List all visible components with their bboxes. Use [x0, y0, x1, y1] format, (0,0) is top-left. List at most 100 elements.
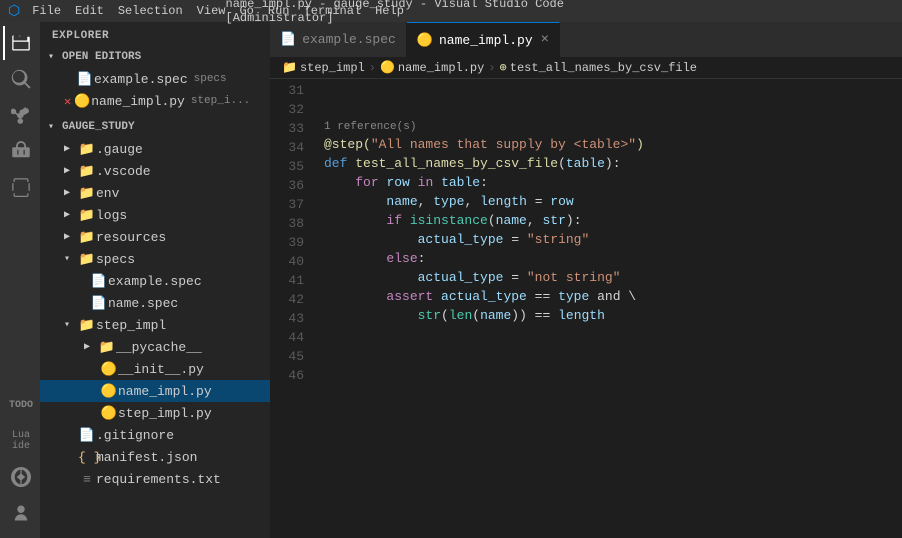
- tree-step-impl-py[interactable]: 🟡 step_impl.py: [40, 402, 270, 424]
- tree-pycache[interactable]: ▶ 📁 __pycache__: [40, 336, 270, 358]
- gitignore-icon: 📄: [78, 428, 96, 443]
- activity-extensions[interactable]: [3, 170, 37, 204]
- activity-debug[interactable]: [3, 134, 37, 168]
- menu-file[interactable]: File: [26, 2, 67, 20]
- vscode-label: .vscode: [96, 164, 151, 179]
- activity-git[interactable]: [3, 98, 37, 132]
- code-line-35: for row in table:: [324, 173, 902, 192]
- tree-example-spec[interactable]: 📄 example.spec: [40, 270, 270, 292]
- code-line-33: @step("All names that supply by <table>"…: [324, 135, 902, 154]
- tree-env[interactable]: ▶ 📁 env: [40, 182, 270, 204]
- tree-gitignore[interactable]: 📄 .gitignore: [40, 424, 270, 446]
- window-title: name_impl.py - gauge_study - Visual Stud…: [226, 0, 677, 25]
- code-line-36: name, type, length = row: [324, 192, 902, 211]
- tree-vscode[interactable]: ▶ 📁 .vscode: [40, 160, 270, 182]
- code-line-32: [324, 100, 902, 119]
- step-impl-label: step_impl: [96, 318, 166, 333]
- tab-example-spec[interactable]: 📄 example.spec: [270, 22, 407, 57]
- code-content[interactable]: 1 reference(s) @step("All names that sup…: [314, 79, 902, 538]
- activity-search[interactable]: [3, 62, 37, 96]
- code-line-41: assert actual_type == type and \: [324, 287, 902, 306]
- tree-manifest[interactable]: { } manifest.json: [40, 446, 270, 468]
- code-line-45: [324, 363, 902, 382]
- code-editor[interactable]: 31 32 33 34 35 36 37 38 39 40 41 42 43 4…: [270, 79, 902, 538]
- tree-step-impl[interactable]: ▾ 📁 step_impl: [40, 314, 270, 336]
- pycache-folder-icon: 📁: [98, 340, 116, 355]
- reference-text: 1 reference(s): [324, 119, 416, 135]
- manifest-icon: { }: [78, 450, 96, 465]
- logs-arrow: ▶: [64, 209, 78, 221]
- tab-name-impl-icon: 🟡: [417, 33, 433, 48]
- open-editors-arrow: ▾: [48, 51, 62, 63]
- example-spec-icon: 📄: [90, 274, 108, 289]
- titlebar: ⬡ File Edit Selection View Go Run Termin…: [0, 0, 902, 22]
- code-line-39: else:: [324, 249, 902, 268]
- manifest-label: manifest.json: [96, 450, 197, 465]
- tabs-bar: 📄 example.spec 🟡 name_impl.py ×: [270, 22, 902, 57]
- menu-selection[interactable]: Selection: [112, 2, 189, 20]
- tree-specs[interactable]: ▾ 📁 specs: [40, 248, 270, 270]
- name-impl-py-icon: 🟡: [100, 384, 118, 399]
- vscode-arrow: ▶: [64, 165, 78, 177]
- init-py-icon: 🟡: [100, 362, 118, 377]
- step-impl-folder-icon: 📁: [78, 318, 96, 333]
- code-line-44: [324, 344, 902, 363]
- breadcrumb-sep-2: ›: [488, 61, 495, 75]
- breadcrumb-folder-icon: 📁: [282, 60, 297, 75]
- code-line-46: [324, 382, 902, 401]
- tree-gauge[interactable]: ▶ 📁 .gauge: [40, 138, 270, 160]
- gauge-folder-icon: 📁: [78, 142, 96, 157]
- requirements-icon: ≡: [78, 472, 96, 487]
- activity-todo[interactable]: TODO: [3, 388, 37, 422]
- activity-remote[interactable]: [3, 460, 37, 494]
- name-spec-label: name.spec: [108, 296, 178, 311]
- activity-lua[interactable]: Luaide: [3, 424, 37, 458]
- init-py-label: __init__.py: [118, 362, 204, 377]
- breadcrumb-py-icon: 🟡: [380, 60, 395, 75]
- open-editor-example-spec-badge: specs: [194, 73, 227, 85]
- tree-requirements[interactable]: ≡ requirements.txt: [40, 468, 270, 490]
- resources-label: resources: [96, 230, 166, 245]
- modified-dot: ✕: [64, 94, 71, 109]
- tree-resources[interactable]: ▶ 📁 resources: [40, 226, 270, 248]
- gauge-arrow: ▶: [64, 143, 78, 155]
- code-line-37: if isinstance(name, str):: [324, 211, 902, 230]
- explorer-title: EXPLORER: [40, 22, 270, 46]
- open-editor-example-spec[interactable]: 📄 example.spec specs: [40, 68, 270, 90]
- tree-init-py[interactable]: 🟡 __init__.py: [40, 358, 270, 380]
- breadcrumb-sep-1: ›: [369, 61, 376, 75]
- breadcrumb-fn-icon: ⊕: [500, 60, 507, 75]
- tab-close-button[interactable]: ×: [541, 32, 549, 48]
- tree-name-spec[interactable]: 📄 name.spec: [40, 292, 270, 314]
- specs-folder-icon: 📁: [78, 252, 96, 267]
- vscode-folder-icon: 📁: [78, 164, 96, 179]
- activity-explorer[interactable]: [3, 26, 37, 60]
- project-header[interactable]: ▾ GAUGE_STUDY: [40, 116, 270, 138]
- tree-name-impl-py[interactable]: 🟡 name_impl.py: [40, 380, 270, 402]
- open-editors-header[interactable]: ▾ OPEN EDITORS: [40, 46, 270, 68]
- logs-label: logs: [96, 208, 127, 223]
- gauge-label: .gauge: [96, 142, 143, 157]
- logs-folder-icon: 📁: [78, 208, 96, 223]
- menu-edit[interactable]: Edit: [69, 2, 110, 20]
- open-editor-name-impl[interactable]: ✕ 🟡 name_impl.py step_i...: [40, 90, 270, 112]
- sidebar: EXPLORER ▾ OPEN EDITORS 📄 example.spec s…: [40, 22, 270, 538]
- resources-folder-icon: 📁: [78, 230, 96, 245]
- requirements-label: requirements.txt: [96, 472, 221, 487]
- project-label: GAUGE_STUDY: [62, 121, 135, 133]
- env-arrow: ▶: [64, 187, 78, 199]
- open-editor-example-spec-label: example.spec: [94, 72, 188, 87]
- tree-logs[interactable]: ▶ 📁 logs: [40, 204, 270, 226]
- tab-example-spec-label: example.spec: [302, 32, 396, 47]
- step-impl-py-label: step_impl.py: [118, 406, 212, 421]
- gitignore-label: .gitignore: [96, 428, 174, 443]
- env-folder-icon: 📁: [78, 186, 96, 201]
- tab-name-impl-py[interactable]: 🟡 name_impl.py ×: [407, 22, 560, 57]
- pycache-arrow: ▶: [84, 341, 98, 353]
- vscode-logo: ⬡: [8, 3, 20, 20]
- activity-account[interactable]: [3, 496, 37, 530]
- code-line-42: str(len(name)) == length: [324, 306, 902, 325]
- open-editor-name-impl-label: name_impl.py: [91, 94, 185, 109]
- activity-bottom: TODO Luaide: [3, 388, 37, 538]
- breadcrumb-function: ⊕ test_all_names_by_csv_file: [500, 60, 697, 75]
